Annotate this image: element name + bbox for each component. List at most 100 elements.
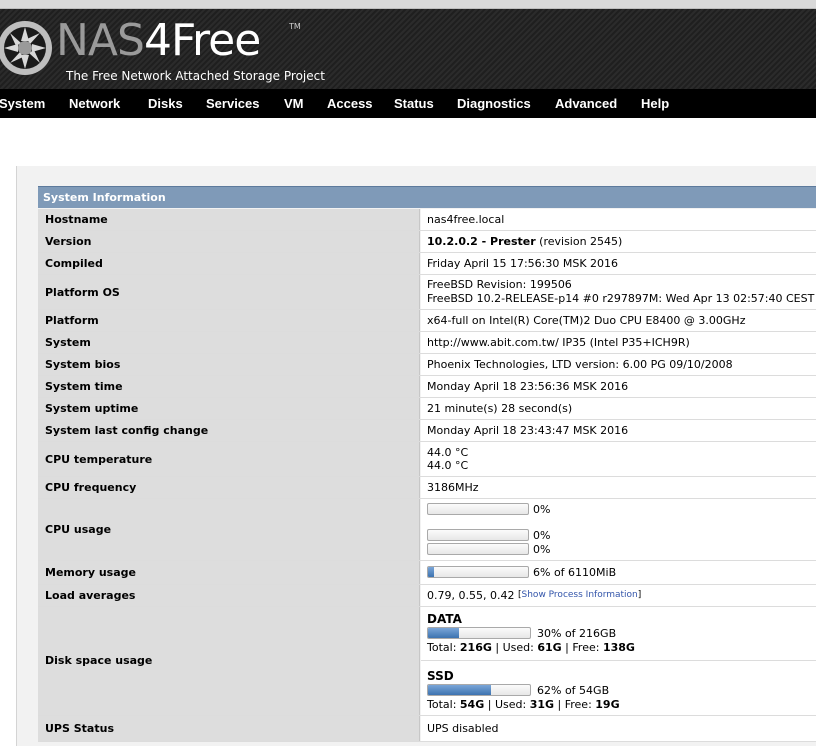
label-config-change: System last config change: [45, 424, 209, 437]
cpu-core-percent: 0%: [533, 543, 551, 556]
disk-pool-percent: 62% of 54GB: [537, 684, 610, 697]
disk-pool-summary: Total: 54G | Used: 31G | Free: 19G: [427, 698, 620, 711]
label-cell: System time: [38, 376, 420, 397]
used-value: 31G: [529, 698, 555, 711]
total-value: 216G: [459, 641, 492, 654]
row-load-averages: Load averages 0.79, 0.55, 0.42 [Show Pro…: [38, 585, 816, 607]
disk-pool-percent: 30% of 216GB: [537, 627, 617, 640]
row-platform: Platform x64-full on Intel(R) Core(TM)2 …: [38, 310, 816, 332]
row-platform-os: Platform OS FreeBSD Revision: 199506 Fre…: [38, 275, 816, 310]
value-cell: 21 minute(s) 28 second(s): [421, 398, 816, 419]
value-cell: 0% 0% 0%: [421, 499, 816, 560]
total-value: 54G: [459, 698, 485, 711]
bracket-close: ]: [637, 590, 642, 600]
value-cell: 3186MHz: [421, 477, 816, 498]
value-compiled: Friday April 15 17:56:30 MSK 2016: [427, 257, 619, 270]
disk-pool-name: DATA: [427, 612, 462, 626]
nav-diagnostics[interactable]: Diagnostics: [457, 96, 531, 111]
value-cpu-temp-2: 44.0 °C: [427, 459, 469, 472]
used-label: | Used:: [484, 698, 530, 711]
label-cell: CPU usage: [38, 499, 420, 560]
value-cell: UPS disabled: [421, 716, 816, 741]
nav-status[interactable]: Status: [394, 96, 434, 111]
value-uptime: 21 minute(s) 28 second(s): [427, 402, 573, 415]
value-cell: nas4free.local: [421, 209, 816, 230]
free-label: | Free:: [554, 698, 596, 711]
label-cell: System last config change: [38, 420, 420, 441]
nav-system[interactable]: System: [0, 96, 45, 111]
value-platform: x64-full on Intel(R) Core(TM)2 Duo CPU E…: [427, 314, 746, 327]
label-cell: System: [38, 332, 420, 353]
label-hostname: Hostname: [45, 213, 108, 226]
cpu-core-bar: [427, 529, 529, 541]
label-bios: System bios: [45, 358, 121, 371]
value-system: http://www.abit.com.tw/ IP35 (Intel P35+…: [427, 336, 690, 349]
label-cpu-usage: CPU usage: [45, 523, 112, 536]
label-version: Version: [45, 235, 92, 248]
disk-pool-fill: [428, 685, 492, 695]
version-revision: (revision 2545): [535, 235, 623, 248]
nav-vm[interactable]: VM: [284, 96, 304, 111]
value-bios: Phoenix Technologies, LTD version: 6.00 …: [427, 358, 733, 371]
row-version: Version 10.2.0.2 - Prester (revision 254…: [38, 231, 816, 253]
row-cpu-temperature: CPU temperature 44.0 °C 44.0 °C: [38, 442, 816, 477]
nav-disks[interactable]: Disks: [148, 96, 183, 111]
label-cell: Memory usage: [38, 561, 420, 584]
row-bios: System bios Phoenix Technologies, LTD ve…: [38, 354, 816, 376]
label-cell: UPS Status: [38, 716, 420, 741]
label-cell: System bios: [38, 354, 420, 375]
value-system-time: Monday April 18 23:56:36 MSK 2016: [427, 380, 629, 393]
label-cell: Compiled: [38, 253, 420, 274]
value-config-change: Monday April 18 23:43:47 MSK 2016: [427, 424, 629, 437]
label-cell: Hostname: [38, 209, 420, 230]
value-cell: FreeBSD Revision: 199506 FreeBSD 10.2-RE…: [421, 275, 816, 309]
nav-network[interactable]: Network: [69, 96, 120, 111]
version-number: 10.2.0.2 - Prester: [427, 235, 536, 248]
label-uptime: System uptime: [45, 402, 139, 415]
used-label: | Used:: [491, 641, 538, 654]
free-value: 19G: [595, 698, 620, 711]
disk-pool-name: SSD: [427, 669, 454, 683]
memory-usage-text: 6% of 6110MiB: [533, 566, 617, 579]
cpu-total-bar: [427, 503, 529, 515]
panel-title-bar: System Information: [38, 186, 816, 208]
browser-top-strip: [0, 0, 816, 9]
label-cell: Platform OS: [38, 275, 420, 309]
value-cpu-temp-1: 44.0 °C: [427, 446, 469, 459]
logo-accent: 4Free: [143, 15, 261, 66]
row-system-time: System time Monday April 18 23:56:36 MSK…: [38, 376, 816, 398]
cpu-total-percent: 0%: [533, 503, 551, 516]
disk-pool-divider: [421, 660, 816, 661]
label-platform-os: Platform OS: [45, 286, 120, 299]
cpu-core-percent: 0%: [533, 529, 551, 542]
row-memory-usage: Memory usage 6% of 6110MiB: [38, 561, 816, 585]
nav-access[interactable]: Access: [327, 96, 373, 111]
label-disk-space-usage: Disk space usage: [45, 654, 153, 667]
row-ups-status: UPS Status UPS disabled: [38, 716, 816, 742]
value-cell: Phoenix Technologies, LTD version: 6.00 …: [421, 354, 816, 375]
nav-advanced[interactable]: Advanced: [555, 96, 617, 111]
label-system-time: System time: [45, 380, 123, 393]
nav-help[interactable]: Help: [641, 96, 669, 111]
label-compiled: Compiled: [45, 257, 103, 270]
logo-icon: [0, 21, 52, 75]
label-system: System: [45, 336, 91, 349]
main-nav: System Network Disks Services VM Access …: [0, 89, 816, 118]
disk-pool-summary: Total: 216G | Used: 61G | Free: 138G: [427, 641, 635, 654]
nav-services[interactable]: Services: [206, 96, 260, 111]
label-ups-status: UPS Status: [45, 722, 114, 735]
label-load-averages: Load averages: [45, 589, 136, 602]
value-cell: x64-full on Intel(R) Core(TM)2 Duo CPU E…: [421, 310, 816, 331]
label-cell: Disk space usage: [38, 607, 420, 715]
total-label: Total:: [427, 641, 460, 654]
show-process-info-link[interactable]: Show Process Information: [522, 590, 638, 600]
row-disk-space-usage: Disk space usage DATA 30% of 216GB Total…: [38, 607, 816, 716]
label-cell: Platform: [38, 310, 420, 331]
value-ups-status: UPS disabled: [427, 722, 499, 735]
value-cell: 6% of 6110MiB: [421, 561, 816, 584]
row-cpu-usage: CPU usage 0% 0% 0%: [38, 499, 816, 561]
memory-fill: [428, 567, 434, 577]
total-label: Total:: [427, 698, 460, 711]
value-cell: 44.0 °C 44.0 °C: [421, 442, 816, 476]
row-uptime: System uptime 21 minute(s) 28 second(s): [38, 398, 816, 420]
